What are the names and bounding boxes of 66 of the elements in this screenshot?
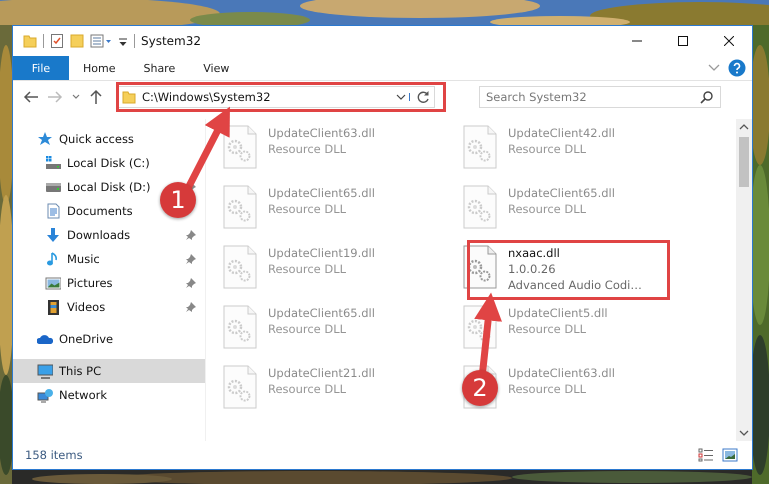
file-tab[interactable]: File xyxy=(13,56,69,80)
file-detail: Resource DLL xyxy=(508,141,586,157)
document-icon xyxy=(45,203,61,219)
up-icon[interactable] xyxy=(89,89,103,105)
film-icon xyxy=(45,299,61,315)
dropdown-icon[interactable] xyxy=(396,93,410,101)
window-title: System32 xyxy=(141,34,202,48)
scroll-up-icon xyxy=(739,123,749,131)
expand-ribbon-icon[interactable] xyxy=(708,63,720,73)
sidebar-item[interactable]: Pictures xyxy=(45,272,113,294)
sidebar-item[interactable]: Local Disk (D:) xyxy=(45,176,151,198)
sidebar-item[interactable]: Quick access xyxy=(37,128,134,150)
search-icon xyxy=(700,90,714,104)
file-detail: Resource DLL xyxy=(268,201,346,217)
minimize-icon xyxy=(632,40,642,42)
network-icon xyxy=(37,387,53,403)
file-detail: Advanced Audio Codi… xyxy=(508,277,642,293)
ribbon-tab[interactable]: View xyxy=(189,56,244,80)
scroll-down-icon xyxy=(739,429,749,437)
file-detail: 1.0.0.26 xyxy=(508,261,556,277)
file-detail: Resource DLL xyxy=(268,261,346,277)
sidebar-item[interactable]: Downloads xyxy=(45,224,130,246)
help-icon[interactable] xyxy=(728,59,746,77)
properties-icon xyxy=(90,34,112,48)
details-view-icon[interactable] xyxy=(698,448,714,462)
ribbon-tab[interactable]: Home xyxy=(69,56,130,80)
file-gear-icon xyxy=(222,245,258,289)
file-gear-icon xyxy=(222,365,258,409)
star-icon xyxy=(37,131,53,147)
back-icon[interactable] xyxy=(23,90,39,104)
file-detail: Resource DLL xyxy=(508,321,586,337)
ribbon-tab[interactable]: Share xyxy=(129,56,190,80)
file-detail: Resource DLL xyxy=(508,201,586,217)
sidebar-item[interactable]: Network xyxy=(37,384,108,406)
scrollbar-thumb[interactable] xyxy=(739,137,749,187)
maximize-icon xyxy=(678,36,688,46)
file-gear-icon xyxy=(462,245,498,289)
monitor-icon xyxy=(37,363,53,379)
file-gear-icon xyxy=(222,185,258,229)
sidebar-item[interactable]: OneDrive xyxy=(37,328,114,350)
sidebar-item[interactable]: This PC xyxy=(13,359,205,383)
refresh-icon[interactable] xyxy=(416,90,430,104)
search-field[interactable]: Search System32 xyxy=(479,86,721,108)
file-gear-icon xyxy=(462,125,498,169)
large-icons-view-icon[interactable] xyxy=(722,448,738,462)
sidebar-item[interactable]: Local Disk (C:) xyxy=(45,152,150,174)
file-name[interactable]: nxaac.dll xyxy=(508,245,560,261)
drive-icon xyxy=(45,155,61,171)
file-detail: Resource DLL xyxy=(268,381,346,397)
close-icon xyxy=(724,36,734,46)
sidebar-item[interactable]: Videos xyxy=(45,296,106,318)
file-detail: Resource DLL xyxy=(268,141,346,157)
scrollbar[interactable] xyxy=(736,119,752,441)
file-gear-icon xyxy=(222,305,258,349)
picture-icon xyxy=(45,275,61,291)
sidebar-item[interactable]: Music xyxy=(45,248,100,270)
file-gear-icon xyxy=(222,125,258,169)
file-detail: Resource DLL xyxy=(508,381,586,397)
download-icon xyxy=(45,227,61,243)
address-bar[interactable]: C:\Windows\System32 xyxy=(117,86,435,108)
item-count: 158 items xyxy=(25,448,83,462)
file-gear-icon xyxy=(462,305,498,349)
checklist-icon xyxy=(50,33,64,49)
file-detail: Resource DLL xyxy=(268,321,346,337)
sidebar-item[interactable]: Documents xyxy=(45,200,133,222)
file-gear-icon xyxy=(462,185,498,229)
